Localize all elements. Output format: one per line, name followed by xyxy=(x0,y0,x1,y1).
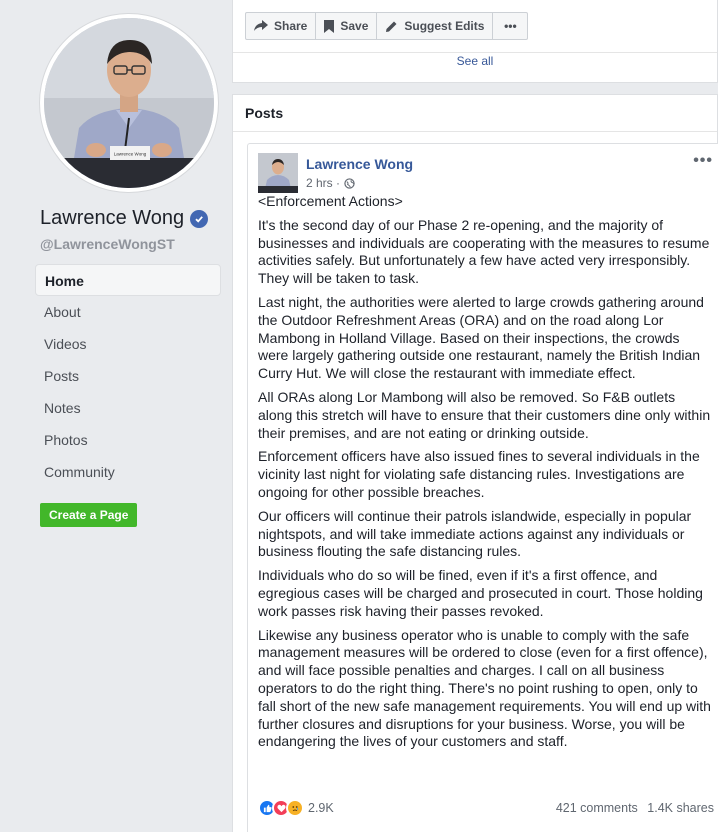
posts-heading: Posts xyxy=(245,105,284,121)
share-icon xyxy=(254,20,268,31)
shares-count[interactable]: 1.4K shares xyxy=(647,801,714,815)
page-handle[interactable]: @LawrenceWongST xyxy=(40,236,175,252)
verified-badge-icon xyxy=(190,209,209,228)
post-author-avatar[interactable] xyxy=(258,153,298,193)
post-paragraph: It's the second day of our Phase 2 re-op… xyxy=(258,216,710,287)
post-stats: 421 comments 1.4K shares xyxy=(550,801,714,815)
share-button[interactable]: Share xyxy=(245,12,317,40)
suggest-edits-label: Suggest Edits xyxy=(404,19,485,33)
post-paragraph: Last night, the authorities were alerted… xyxy=(258,293,704,382)
profile-picture[interactable]: Lawrence Wong xyxy=(40,14,218,192)
comments-count[interactable]: 421 comments xyxy=(556,801,638,815)
bookmark-icon xyxy=(324,19,335,33)
reactions-count: 2.9K xyxy=(308,801,334,815)
page-title: Lawrence Wong xyxy=(40,207,185,229)
post-paragraph: All ORAs along Lor Mambong will also be … xyxy=(258,388,711,441)
more-options-button[interactable]: ••• xyxy=(492,12,529,40)
nav-item-posts[interactable]: Posts xyxy=(35,360,221,392)
post-paragraph: Our officers will continue their patrols… xyxy=(258,507,692,560)
nav-item-community[interactable]: Community xyxy=(35,456,221,488)
page-actions: Share Save Suggest Edits ••• xyxy=(245,12,529,40)
post-paragraph: <Enforcement Actions> xyxy=(258,193,403,209)
sad-reaction-icon xyxy=(286,799,304,817)
pencil-icon xyxy=(386,21,397,32)
divider xyxy=(233,52,717,53)
post-time-text[interactable]: 2 hrs · xyxy=(306,176,340,190)
divider xyxy=(233,131,717,132)
suggest-edits-button[interactable]: Suggest Edits xyxy=(376,12,494,40)
page-nav: Home About Videos Posts Notes Photos Com… xyxy=(35,264,221,488)
save-label: Save xyxy=(340,19,369,33)
post: Lawrence Wong 2 hrs · ••• <Enforcement A… xyxy=(247,143,718,832)
nav-item-videos[interactable]: Videos xyxy=(35,328,221,360)
create-page-button[interactable]: Create a Page xyxy=(40,503,138,527)
post-body: <Enforcement Actions> It's the second da… xyxy=(258,193,712,757)
page-actions-card: Share Save Suggest Edits ••• See all xyxy=(232,0,718,83)
post-timestamp: 2 hrs · xyxy=(306,176,355,190)
nav-item-notes[interactable]: Notes xyxy=(35,392,221,424)
share-label: Share xyxy=(274,19,308,33)
post-author-name[interactable]: Lawrence Wong xyxy=(306,156,413,172)
posts-section: Posts Lawrence Wong 2 hrs · ••• <Enforce… xyxy=(232,94,718,832)
globe-icon xyxy=(344,177,355,189)
post-paragraph: Enforcement officers have also issued fi… xyxy=(258,448,700,500)
post-paragraph: Individuals who do so will be fined, eve… xyxy=(258,567,703,619)
nameplate-text: Lawrence Wong xyxy=(114,152,147,157)
post-options-icon[interactable]: ••• xyxy=(693,152,713,170)
see-all-link[interactable]: See all xyxy=(233,54,717,68)
post-footer: 2.9K 421 comments 1.4K shares xyxy=(258,799,714,817)
nav-item-about[interactable]: About xyxy=(35,296,221,328)
nav-item-home[interactable]: Home xyxy=(35,264,221,296)
profile-name-row: Lawrence Wong xyxy=(40,207,209,230)
post-paragraph: Likewise any business operator who is un… xyxy=(258,626,711,750)
more-icon: ••• xyxy=(504,19,517,33)
save-button[interactable]: Save xyxy=(315,12,378,40)
reactions-summary[interactable]: 2.9K xyxy=(258,799,334,817)
nav-item-photos[interactable]: Photos xyxy=(35,424,221,456)
profile-photo: Lawrence Wong xyxy=(44,18,214,188)
